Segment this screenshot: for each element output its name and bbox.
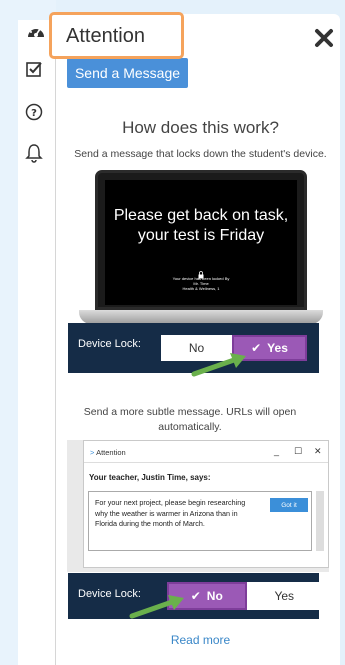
device-lock-label: Device Lock:	[78, 338, 141, 350]
how-heading: How does this work?	[122, 118, 279, 137]
notification-scrollbar	[316, 491, 324, 551]
green-arrow-icon	[129, 595, 184, 619]
notification-window: > Attention _ ☐ ✕ Your teacher, Justin T…	[83, 440, 329, 568]
laptop-base	[79, 310, 323, 324]
window-close-icon: ✕	[314, 446, 322, 456]
help-icon[interactable]: ?	[22, 100, 46, 124]
notification-message-box: For your next project, please begin rese…	[88, 491, 312, 551]
lock-message: Please get back on task, your test is Fr…	[113, 207, 289, 244]
maximize-icon: ☐	[294, 446, 303, 456]
close-icon[interactable]	[314, 28, 336, 50]
notification-titlebar: > Attention _ ☐ ✕	[84, 441, 328, 463]
dashboard-icon[interactable]	[24, 20, 48, 44]
minimize-icon: _	[274, 446, 280, 456]
laptop-illustration: Please get back on task, your test is Fr…	[95, 170, 307, 310]
notification-illustration: > Attention _ ☐ ✕ Your teacher, Justin T…	[67, 440, 329, 572]
checkbox-icon[interactable]	[22, 57, 46, 81]
check-icon: ✔	[190, 589, 201, 603]
notification-sender: Your teacher, Justin Time, says:	[89, 473, 211, 482]
subtle-description: Send a more subtle message. URLs will op…	[83, 406, 297, 433]
bell-icon[interactable]	[22, 141, 46, 165]
lock-description: Send a message that locks down the stude…	[74, 148, 327, 160]
read-more-link[interactable]: Read more	[56, 633, 345, 647]
green-arrow-icon	[191, 353, 246, 377]
device-lock-toggle-2[interactable]: ✔ No Yes	[167, 582, 322, 610]
laptop-display: Please get back on task, your test is Fr…	[105, 180, 297, 305]
got-it-button[interactable]: Got it	[270, 498, 308, 512]
notification-body: For your next project, please begin rese…	[95, 498, 246, 528]
send-message-button[interactable]: Send a Message	[67, 58, 188, 88]
locked-by-text: Your device has been locked By Mr. Time …	[172, 276, 230, 291]
panel-title: Attention	[49, 12, 184, 59]
check-icon: ✔	[251, 341, 262, 355]
device-lock-yes-option-2[interactable]: Yes	[247, 582, 323, 610]
sidebar-rail: ?	[0, 0, 56, 665]
device-lock-bar-unlocked: Device Lock: ✔ No Yes	[68, 573, 322, 619]
notification-title: > Attention	[90, 448, 126, 457]
svg-text:?: ?	[31, 108, 37, 119]
